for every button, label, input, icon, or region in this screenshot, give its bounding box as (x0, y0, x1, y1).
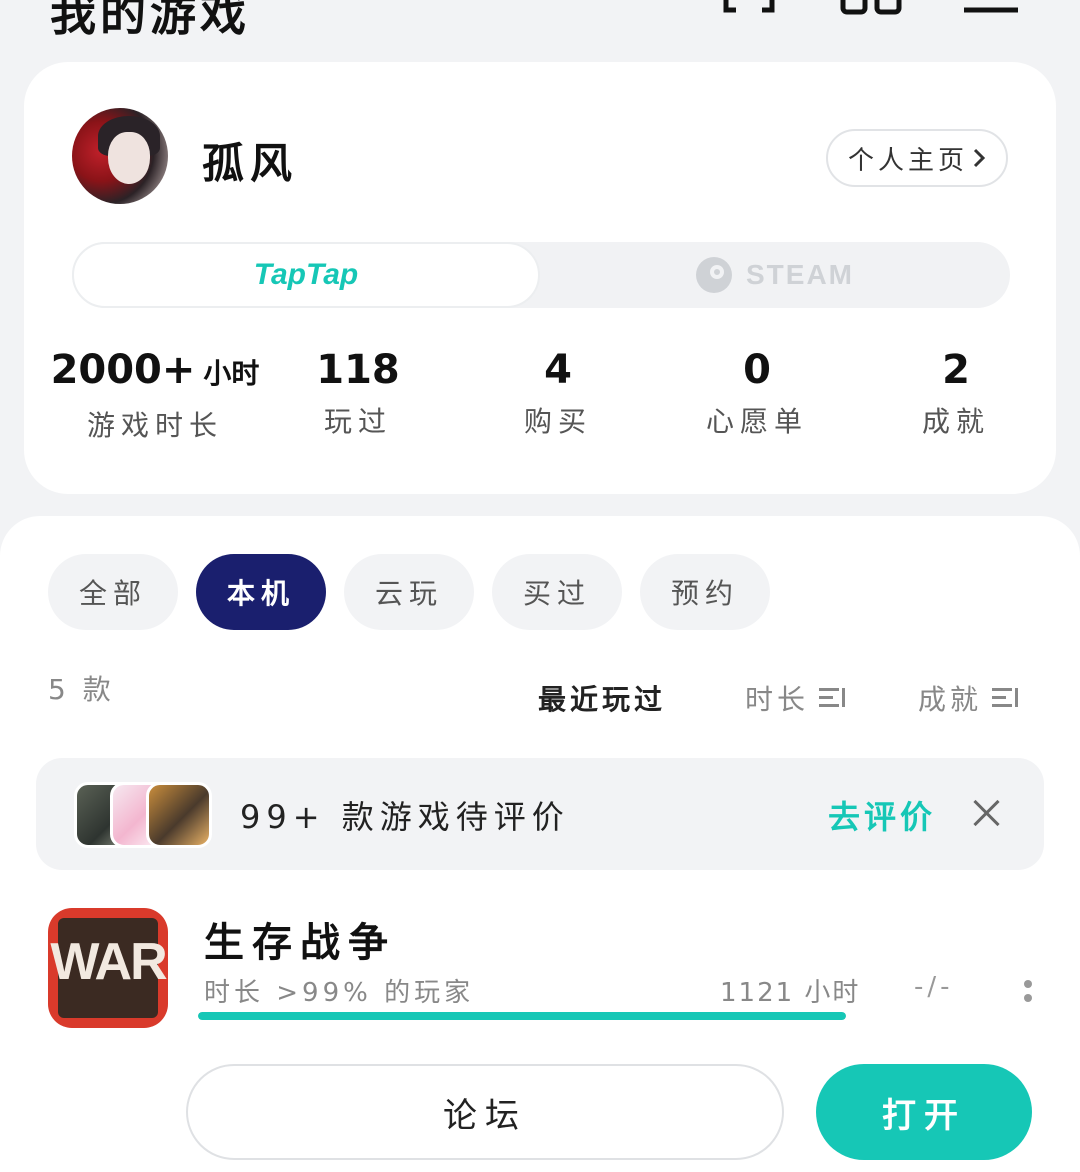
profile-card: 孤风 个人主页 TapTap STEAM 2000+ 小时 游戏时长 118 玩过… (24, 62, 1056, 494)
stat-label: 购买 (523, 405, 592, 438)
sort-icon (992, 686, 1019, 710)
stat-value: 118 (316, 347, 400, 393)
game-list-section: 全部 本机 云玩 买过 预约 5 款 最近玩过 时长 成就 99+ 款游戏待评价… (0, 516, 1080, 1172)
stat-unit: 小时 (203, 357, 260, 390)
stat-value: 2000+ (50, 347, 196, 393)
tab-taptap[interactable]: TapTap (72, 242, 540, 308)
game-hours: 1121 小时 (720, 978, 861, 1008)
sort-time-label: 时长 (745, 683, 810, 716)
profile-home-label: 个人主页 (847, 145, 968, 176)
game-subtitle: 时长 >99% 的玩家 (204, 978, 475, 1008)
progress-fill (198, 1012, 846, 1020)
stat-label: 玩过 (323, 405, 392, 438)
filter-chip-all[interactable]: 全部 (48, 554, 178, 630)
stat-value: 0 (743, 347, 771, 393)
game-icon-text: WAR (50, 933, 167, 991)
stat-label: 心愿单 (705, 405, 808, 438)
scan-icon[interactable] (722, 0, 776, 16)
sort-achievement-label: 成就 (918, 683, 983, 716)
more-icon[interactable] (1022, 976, 1034, 1006)
stat-value: 2 (942, 347, 970, 393)
review-banner[interactable]: 99+ 款游戏待评价 去评价 (36, 758, 1044, 870)
stat-purchased[interactable]: 4 购买 (498, 346, 618, 440)
game-title: 生存战争 (204, 920, 396, 966)
review-banner-text: 99+ 款游戏待评价 (240, 798, 570, 836)
game-icon[interactable]: WAR (48, 908, 168, 1028)
page-title: 我的游戏 (50, 0, 250, 41)
platform-switch: TapTap STEAM (72, 242, 1010, 308)
stat-value: 4 (544, 347, 572, 393)
filter-chip-bought[interactable]: 买过 (492, 554, 622, 630)
steam-label: STEAM (746, 259, 854, 290)
sort-time[interactable]: 时长 (745, 678, 846, 718)
menu-icon[interactable] (962, 0, 1020, 14)
playtime-progress-bar (198, 1012, 846, 1020)
game-score: -/- (914, 972, 954, 1002)
review-link[interactable]: 去评价 (828, 792, 936, 838)
game-count: 5 款 (48, 673, 115, 706)
stat-playtime[interactable]: 2000+ 小时 游戏时长 (50, 346, 260, 444)
sort-achievement[interactable]: 成就 (918, 678, 1019, 718)
forum-button[interactable]: 论坛 (186, 1064, 784, 1160)
close-icon[interactable] (972, 798, 1002, 828)
tab-steam[interactable]: STEAM (540, 242, 1010, 308)
stat-achievements[interactable]: 2 成就 (896, 346, 1016, 440)
sort-recent[interactable]: 最近玩过 (538, 678, 666, 718)
filter-chips: 全部 本机 云玩 买过 预约 (48, 554, 1048, 630)
stat-wishlist[interactable]: 0 心愿单 (692, 346, 822, 440)
open-button[interactable]: 打开 (816, 1064, 1032, 1160)
game-thumbnail (146, 782, 212, 848)
sort-icon (819, 686, 846, 710)
game-list-item[interactable]: WAR 生存战争 时长 >99% 的玩家 1121 小时 -/- (0, 906, 1080, 1066)
filter-chip-reserved[interactable]: 预约 (640, 554, 770, 630)
game-thumbnails (74, 782, 214, 848)
profile-home-button[interactable]: 个人主页 (826, 129, 1008, 187)
stat-label: 游戏时长 (86, 409, 223, 442)
stats-row: 2000+ 小时 游戏时长 118 玩过 4 购买 0 心愿单 2 成就 (24, 346, 1056, 446)
username: 孤风 (202, 139, 299, 188)
grid-icon[interactable] (840, 0, 902, 16)
filter-chip-local[interactable]: 本机 (196, 554, 326, 630)
filter-chip-cloud[interactable]: 云玩 (344, 554, 474, 630)
avatar[interactable] (72, 108, 168, 204)
stat-played[interactable]: 118 玩过 (298, 346, 418, 440)
stat-label: 成就 (921, 405, 990, 438)
top-bar: 我的游戏 (0, 0, 1080, 41)
chevron-right-icon (973, 148, 986, 168)
steam-icon (696, 257, 732, 293)
